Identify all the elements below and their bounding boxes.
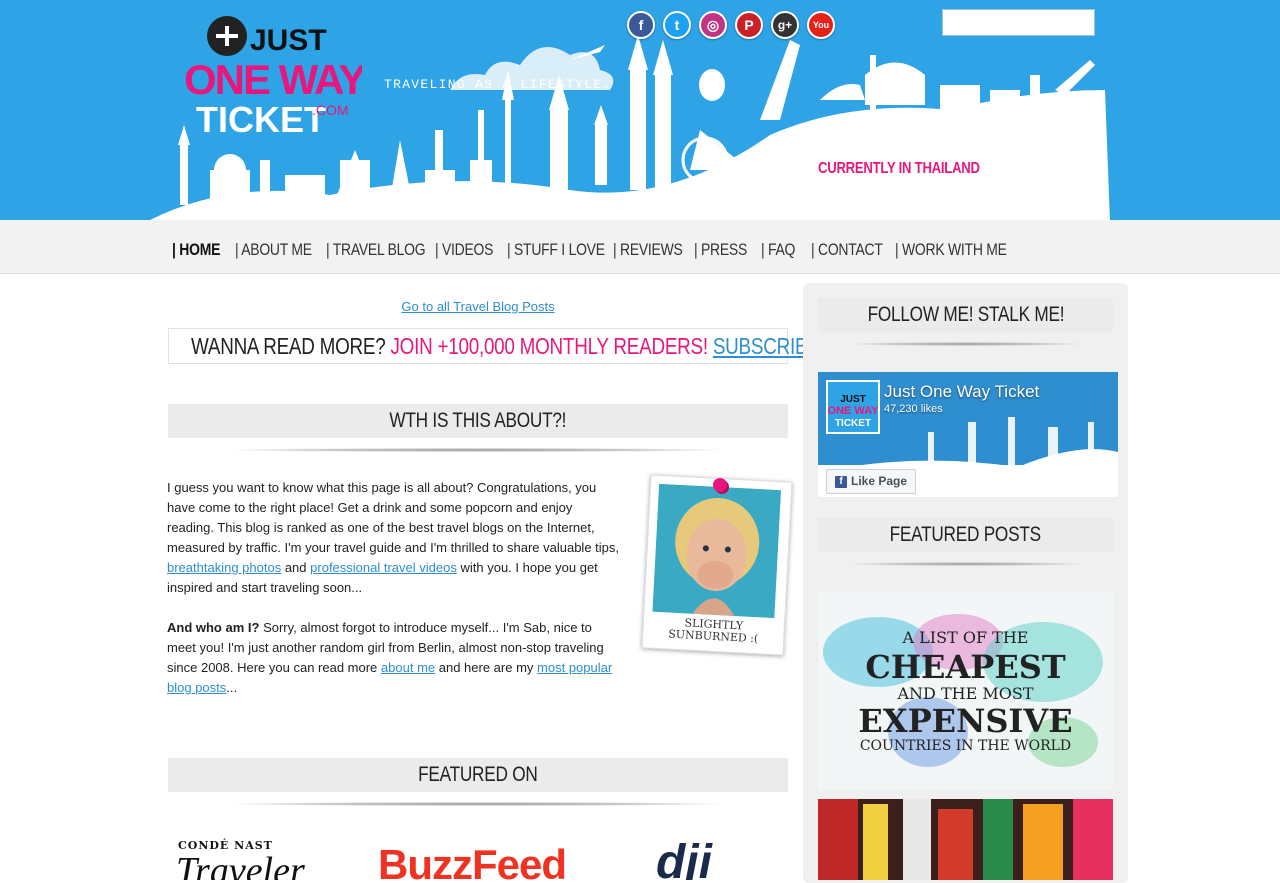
facebook-page-avatar[interactable]: JUST ONE WAY TICKET	[826, 380, 880, 434]
nav-travel-blog[interactable]: | TRAVEL BLOG	[326, 240, 447, 260]
about-paragraph: And who am I? Sorry, almost forgot to in…	[167, 620, 613, 695]
facebook-icon[interactable]: f	[627, 11, 655, 39]
instagram-icon[interactable]: ◎	[699, 11, 727, 39]
divider	[168, 446, 788, 454]
videos-link[interactable]: professional travel videos	[310, 560, 457, 575]
facebook-icon: f	[835, 476, 847, 488]
site-tagline: TRAVELING AS A LIFESTYLE.	[384, 77, 612, 92]
all-posts-link[interactable]: Go to all Travel Blog Posts	[168, 299, 788, 314]
facebook-page-name[interactable]: Just One Way Ticket	[884, 382, 1039, 402]
dji-logo[interactable]: dji	[656, 835, 712, 880]
nav-contact[interactable]: | CONTACT	[811, 240, 898, 260]
follow-title: FOLLOW ME! STALK ME!	[818, 298, 1113, 332]
author-polaroid: SLIGHTLY SUNBURNED :(	[641, 474, 793, 656]
nav-videos[interactable]: | VIDEOS	[435, 240, 506, 260]
traveler-logo[interactable]: Traveler	[176, 849, 305, 880]
twitter-icon[interactable]: t	[663, 11, 691, 39]
svg-text:JUST: JUST	[250, 24, 327, 57]
svg-text:ONE WAY: ONE WAY	[828, 405, 878, 417]
featured-post-cheapest[interactable]: A LIST OF THE CHEAPEST AND THE MOST EXPE…	[818, 592, 1113, 789]
svg-text:TICKET: TICKET	[196, 99, 326, 137]
facebook-like-button[interactable]: f Like Page	[826, 469, 916, 494]
site-header: JUST ONE WAY TICKET .COM TRAVELING AS A …	[0, 0, 1280, 220]
nav-press[interactable]: | PRESS	[694, 240, 759, 260]
featured-post-city-signs[interactable]	[818, 799, 1113, 880]
buzzfeed-logo[interactable]: BuzzFeed	[378, 841, 567, 880]
googleplus-icon[interactable]: g+	[771, 11, 799, 39]
subscribe-lead: WANNA READ MORE?	[191, 333, 386, 359]
svg-text:JUST: JUST	[840, 394, 866, 405]
pinterest-icon[interactable]: P	[735, 11, 763, 39]
divider	[818, 340, 1113, 348]
featured-logos: CONDÉ NAST Traveler BuzzFeed dji	[168, 835, 788, 880]
youtube-icon[interactable]: You	[807, 11, 835, 39]
nav-stuff-i-love[interactable]: | STUFF I LOVE	[507, 240, 626, 260]
photos-link[interactable]: breathtaking photos	[167, 560, 281, 575]
divider	[168, 800, 788, 808]
svg-text:.COM: .COM	[312, 102, 349, 118]
featured-posts-title: FEATURED POSTS	[818, 518, 1113, 552]
main-nav: | HOME | ABOUT ME | TRAVEL BLOG | VIDEOS…	[0, 220, 1280, 274]
nav-work-with-me[interactable]: | WORK WITH ME	[895, 240, 1031, 260]
intro-paragraph: I guess you want to know what this page …	[167, 480, 619, 595]
featured-on-title: FEATURED ON	[168, 758, 788, 792]
search-input[interactable]	[942, 9, 1095, 36]
social-links: f t ◎ P g+ You	[627, 11, 835, 39]
site-logo[interactable]: JUST ONE WAY TICKET .COM	[182, 12, 362, 137]
about-me-link[interactable]: about me	[381, 660, 435, 675]
polaroid-caption: SLIGHTLY SUNBURNED :(	[667, 616, 759, 646]
nav-about-me[interactable]: | ABOUT ME	[235, 240, 329, 260]
current-location: CURRENTLY IN THAILAND	[818, 160, 980, 177]
nav-reviews[interactable]: | REVIEWS	[613, 240, 698, 260]
svg-text:ONE WAY: ONE WAY	[184, 56, 362, 103]
subscribe-banner: WANNA READ MORE? JOIN +100,000 MONTHLY R…	[168, 328, 876, 364]
author-photo	[652, 483, 781, 619]
heart-pin-icon	[713, 478, 727, 492]
nav-faq[interactable]: | FAQ	[761, 240, 803, 260]
subscribe-highlight: JOIN +100,000 MONTHLY READERS!	[390, 333, 708, 359]
nav-home[interactable]: | HOME	[172, 240, 231, 260]
svg-text:TICKET: TICKET	[835, 418, 871, 429]
facebook-like-count: 47,230 likes	[884, 403, 943, 415]
divider	[818, 560, 1113, 568]
about-section-title: WTH IS THIS ABOUT?!	[168, 404, 788, 438]
